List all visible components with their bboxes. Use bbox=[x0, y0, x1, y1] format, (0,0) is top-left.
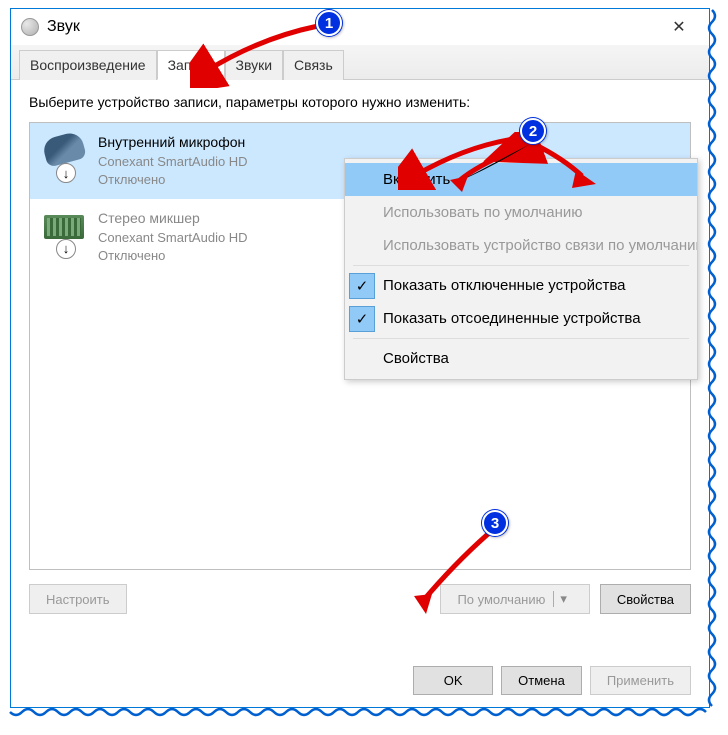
menu-show-disabled[interactable]: ✓ Показать отключенные устройства bbox=[345, 269, 697, 302]
apply-button[interactable]: Применить bbox=[590, 666, 691, 695]
menu-properties[interactable]: Свойства bbox=[345, 342, 697, 375]
set-default-label: По умолчанию bbox=[457, 592, 545, 607]
check-icon: ✓ bbox=[349, 306, 375, 332]
check-icon: ✓ bbox=[349, 273, 375, 299]
chevron-down-icon: ▾ bbox=[553, 591, 573, 607]
menu-show-disconnected[interactable]: ✓ Показать отсоединенные устройства bbox=[345, 302, 697, 335]
close-button[interactable]: ✕ bbox=[659, 12, 699, 42]
tab-bar: Воспроизведение Запись Звуки Связь bbox=[11, 45, 709, 80]
titlebar: Звук ✕ bbox=[11, 9, 709, 45]
menu-enable[interactable]: Включить bbox=[345, 163, 697, 196]
instruction-text: Выберите устройство записи, параметры ко… bbox=[29, 94, 691, 110]
disabled-badge-icon: ↓ bbox=[56, 239, 76, 259]
annotation-badge-1: 1 bbox=[316, 10, 342, 36]
configure-button[interactable]: Настроить bbox=[29, 584, 127, 614]
tab-playback[interactable]: Воспроизведение bbox=[19, 50, 157, 80]
ok-button[interactable]: OK bbox=[413, 666, 493, 695]
menu-default[interactable]: Использовать по умолчанию bbox=[345, 196, 697, 229]
microphone-icon: ↓ bbox=[42, 133, 86, 177]
annotation-badge-3: 3 bbox=[482, 510, 508, 536]
context-menu: Включить Использовать по умолчанию Испол… bbox=[344, 158, 698, 380]
dialog-buttons: OK Отмена Применить bbox=[395, 654, 709, 707]
properties-button[interactable]: Свойства bbox=[600, 584, 691, 614]
menu-separator bbox=[353, 338, 689, 339]
set-default-button[interactable]: По умолчанию ▾ bbox=[440, 584, 589, 614]
tab-communications[interactable]: Связь bbox=[283, 50, 344, 80]
menu-label: Показать отсоединенные устройства bbox=[383, 310, 641, 327]
annotation-badge-2: 2 bbox=[520, 118, 546, 144]
sound-icon bbox=[21, 18, 39, 36]
disabled-badge-icon: ↓ bbox=[56, 163, 76, 183]
menu-comm-default[interactable]: Использовать устройство связи по умолчан… bbox=[345, 229, 697, 262]
tab-sounds[interactable]: Звуки bbox=[225, 50, 284, 80]
mixer-icon: ↓ bbox=[42, 209, 86, 253]
menu-separator bbox=[353, 265, 689, 266]
menu-label: Показать отключенные устройства bbox=[383, 277, 626, 294]
device-list-buttons: Настроить По умолчанию ▾ Свойства bbox=[29, 584, 691, 614]
device-name: Внутренний микрофон bbox=[98, 133, 678, 153]
window-title: Звук bbox=[47, 18, 659, 36]
tab-recording[interactable]: Запись bbox=[157, 50, 225, 80]
cancel-button[interactable]: Отмена bbox=[501, 666, 582, 695]
